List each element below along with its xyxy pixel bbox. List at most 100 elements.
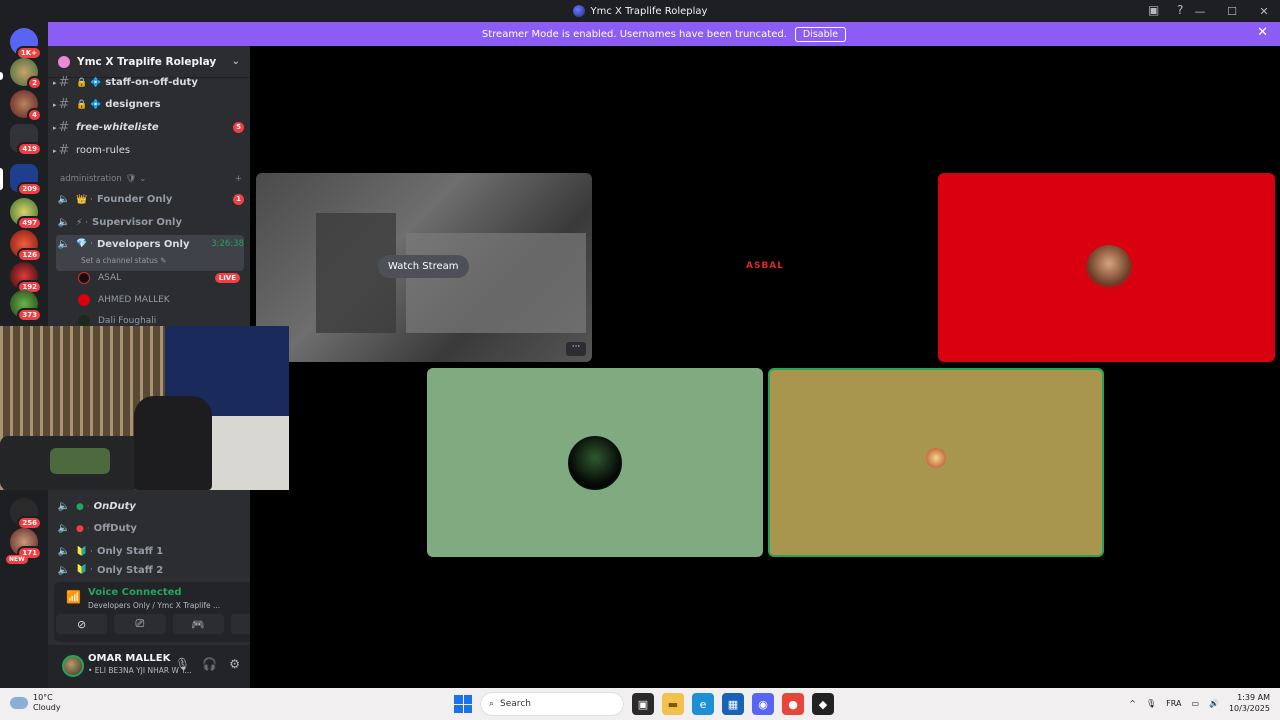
channel-room-rules[interactable]: ▸ # room-rules <box>53 140 244 161</box>
temperature: 10°C <box>33 693 53 702</box>
server-icon-ymc[interactable]: 209 <box>10 164 42 196</box>
live-badge: LIVE <box>214 273 240 283</box>
speaker-icon: 🔈 <box>57 523 71 534</box>
chevron-up-icon[interactable]: ^ <box>1129 699 1136 708</box>
stream-tile[interactable]: Watch Stream ··· <box>256 173 592 362</box>
server-icon-6[interactable]: 192 <box>10 262 42 294</box>
channel-name: Developers Only <box>96 239 190 250</box>
participant-tile-omar[interactable] <box>768 368 1104 557</box>
settings-gear-icon[interactable]: ⚙ <box>229 657 240 671</box>
set-channel-status[interactable]: Set a channel status ✎ <box>81 256 166 265</box>
unread-arrow-icon: ▸ <box>53 78 57 87</box>
channel-designers[interactable]: ▸ # 🔒 💠 designers <box>53 94 244 115</box>
cloud-icon <box>10 697 28 709</box>
channel-name: designers <box>105 99 161 110</box>
date: 10/3/2025 <box>1228 704 1270 713</box>
speaker-icon: 🔈 <box>57 239 71 250</box>
server-icon-4[interactable]: 497 <box>10 198 42 230</box>
call-timer: 3:26:38 <box>211 239 244 249</box>
voice-location[interactable]: Developers Only / Ymc X Traplife ... <box>88 601 220 610</box>
maximize-button[interactable]: ☐ <box>1216 5 1248 18</box>
add-channel-icon[interactable]: + <box>235 174 242 184</box>
help-icon[interactable]: ? <box>1177 3 1183 17</box>
edge-icon[interactable]: e <box>692 693 714 715</box>
more-options-button[interactable]: ··· <box>566 342 586 356</box>
taskbar: 10°C Cloudy ⌕ Search ▣ ▬ e ▦ ◉ ● ◆ ^ 🎙 F… <box>0 688 1280 720</box>
participant-tile-asal[interactable]: ASBAL <box>598 173 934 362</box>
voice-channel-developers-only[interactable]: 🔈 💎 · Developers Only 3:26:38 Set a chan… <box>56 235 244 271</box>
voice-channel-founder-only[interactable]: 🔈 👑 · Founder Only 1 <box>56 189 244 210</box>
server-folder-1[interactable]: 419 <box>10 124 42 156</box>
inbox-icon[interactable]: ▣ <box>1148 3 1159 17</box>
app-icon[interactable]: ◆ <box>812 693 834 715</box>
user-name[interactable]: OMAR MALLEK <box>88 653 170 664</box>
server-icon-1[interactable]: 2 <box>10 58 42 90</box>
screen-share-button[interactable]: ⎚ <box>114 614 166 634</box>
file-explorer-icon[interactable]: ▬ <box>662 693 684 715</box>
voice-channel-onduty[interactable]: 🔈 ● · OnDuty <box>56 496 244 517</box>
server-icon-7[interactable]: 373 <box>10 290 42 322</box>
server-icon-5[interactable]: 126 <box>10 230 42 262</box>
store-icon[interactable]: ▦ <box>722 693 744 715</box>
server-badge: 2 <box>27 76 42 90</box>
user-panel: OMAR MALLEK • ELI BE3NA YJI NHAR W Y... … <box>48 645 250 688</box>
pip-camera-preview[interactable] <box>0 326 289 490</box>
search-icon: ⌕ <box>489 699 495 709</box>
network-icon[interactable]: ▭ <box>1191 699 1199 708</box>
voice-channel-supervisor-only[interactable]: 🔈 ⚡ · Supervisor Only <box>56 212 244 233</box>
volume-icon[interactable]: 🔊 <box>1209 699 1219 708</box>
category-name: administration <box>60 174 122 184</box>
stream-preview <box>406 233 586 333</box>
chrome-icon[interactable]: ● <box>782 693 804 715</box>
category-administration[interactable]: administration 🛡 ⌄ + <box>60 174 242 184</box>
discord-icon[interactable]: ◉ <box>752 693 774 715</box>
task-view-icon[interactable]: ▣ <box>632 693 654 715</box>
disable-streamer-mode-button[interactable]: Disable <box>794 26 847 42</box>
voice-user-ahmed[interactable]: AHMED MALLEK <box>78 290 240 310</box>
guild-boost-icon <box>58 55 70 68</box>
watch-stream-button[interactable]: Watch Stream <box>378 255 469 278</box>
diamond-icon: 💎 · <box>76 239 93 249</box>
start-button[interactable] <box>454 695 472 713</box>
channel-name: OnDuty <box>93 501 136 512</box>
clock[interactable]: 1:39 AM 10/3/2025 <box>1229 692 1270 714</box>
direct-messages-button[interactable]: 1K+ <box>10 28 42 60</box>
server-icon-ymc-2[interactable]: 256 <box>10 498 42 530</box>
voice-user-name: Dali Foughali <box>98 316 157 326</box>
voice-channel-only-staff-1[interactable]: 🔈 🔰 · Only Staff 1 <box>56 541 244 562</box>
minimize-button[interactable]: — <box>1184 5 1216 18</box>
channel-free-whiteliste[interactable]: ▸ # free-whiteliste 5 <box>53 117 244 138</box>
weather-widget[interactable]: 10°C Cloudy <box>10 693 61 713</box>
voice-user-name: ASAL <box>98 273 122 283</box>
camera-off-button[interactable]: ⊘ <box>56 614 108 634</box>
close-banner-icon[interactable]: ✕ <box>1257 25 1268 40</box>
participant-tile-ahmed[interactable] <box>938 173 1275 362</box>
microphone-icon[interactable]: 🎙 <box>1146 699 1156 708</box>
server-icon-2[interactable]: 4 <box>10 90 42 122</box>
signal-icon[interactable]: 📶 <box>66 590 81 604</box>
microphone-icon[interactable]: 🎙 <box>175 657 190 671</box>
participant-tile-dali[interactable] <box>427 368 763 557</box>
weather-condition: Cloudy <box>33 703 61 712</box>
server-icon-9[interactable]: 171 NEW <box>6 528 42 564</box>
speaker-icon: 🔈 <box>57 194 71 205</box>
voice-channel-offduty[interactable]: 🔈 ● · OffDuty <box>56 518 244 539</box>
taskbar-search[interactable]: ⌕ Search <box>480 692 624 716</box>
language-indicator[interactable]: FRA <box>1166 699 1181 708</box>
activity-button[interactable]: 🎮 <box>172 614 224 634</box>
headphones-icon[interactable]: 🎧 <box>202 657 217 671</box>
voice-status[interactable]: Voice Connected <box>88 587 182 598</box>
new-badge: NEW <box>6 555 28 564</box>
channel-name: Founder Only <box>96 194 173 205</box>
avatar[interactable] <box>62 655 84 677</box>
channel-staff-on-off-duty[interactable]: ▸ # 🔒 💠 staff-on-off-duty <box>53 72 244 93</box>
voice-user-name: AHMED MALLEK <box>98 295 170 305</box>
red-circle-icon: ● · <box>76 523 90 534</box>
voice-channel-only-staff-2[interactable]: 🔈 🔰 · Only Staff 2 <box>56 563 244 577</box>
title-bar: ▣ ? Ymc X Traplife Roleplay — ☐ ✕ <box>0 0 1280 22</box>
speaker-icon: 🔈 <box>57 217 71 228</box>
close-window-button[interactable]: ✕ <box>1248 5 1280 18</box>
emoji-icon: 🔒 💠 <box>76 99 102 110</box>
channel-name: OffDuty <box>93 523 137 534</box>
voice-user-asal[interactable]: ASAL LIVE <box>78 268 240 288</box>
